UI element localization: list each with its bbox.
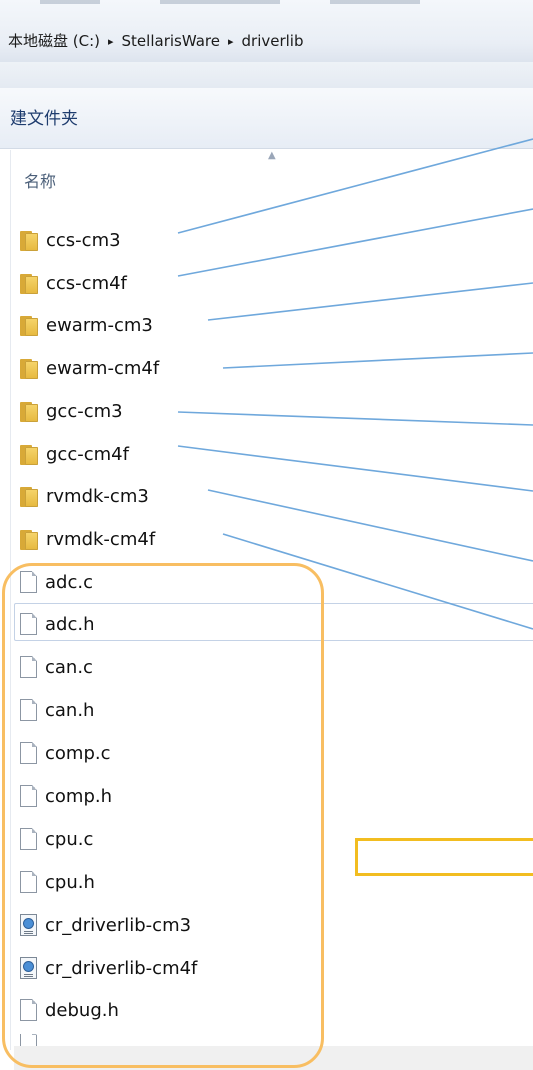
breadcrumb-item-stellarisware[interactable]: StellarisWare — [122, 32, 220, 50]
command-toolbar — [0, 88, 533, 149]
folder-icon — [20, 272, 38, 294]
breadcrumb-separator-icon[interactable]: ▸ — [228, 35, 234, 48]
breadcrumb-item-driverlib[interactable]: driverlib — [242, 32, 304, 50]
list-item-label: gcc-cm3 — [46, 400, 123, 422]
title-bar-decoration — [160, 0, 280, 4]
list-item-folder[interactable]: ewarm-cm4f — [20, 349, 159, 387]
folder-icon — [20, 400, 38, 422]
list-item-folder[interactable]: rvmdk-cm3 — [20, 477, 149, 515]
title-bar-decoration — [40, 0, 100, 4]
toolbar-separator — [0, 62, 533, 88]
breadcrumb: 本地磁盘 (C:) ▸ StellarisWare ▸ driverlib — [8, 30, 304, 51]
list-item-label: ccs-cm4f — [46, 272, 127, 294]
list-item-label: rvmdk-cm3 — [46, 485, 149, 507]
folder-icon — [20, 528, 38, 550]
folder-icon — [20, 314, 38, 336]
annotation-highlight-frame — [2, 563, 324, 1068]
list-item-folder[interactable]: ccs-cm4f — [20, 264, 127, 302]
list-item-label: gcc-cm4f — [46, 443, 129, 465]
list-item-folder[interactable]: gcc-cm4f — [20, 435, 129, 473]
sort-ascending-icon: ▲ — [268, 150, 276, 161]
folder-icon — [20, 357, 38, 379]
breadcrumb-item-drive[interactable]: 本地磁盘 (C:) — [8, 32, 100, 50]
list-item-label: ccs-cm3 — [46, 229, 121, 251]
name-column-header[interactable]: 名称 — [24, 168, 56, 192]
list-item-folder[interactable]: ccs-cm3 — [20, 221, 121, 259]
folder-icon — [20, 443, 38, 465]
annotation-callout-box — [355, 838, 533, 876]
new-folder-button[interactable]: 建文件夹 — [10, 104, 78, 129]
list-item-folder[interactable]: gcc-cm3 — [20, 392, 123, 430]
folder-icon — [20, 229, 38, 251]
list-item-folder[interactable]: ewarm-cm3 — [20, 306, 153, 344]
title-bar-decoration — [330, 0, 420, 4]
list-item-label: rvmdk-cm4f — [46, 528, 156, 550]
list-item-label: ewarm-cm4f — [46, 357, 160, 379]
list-item-folder[interactable]: rvmdk-cm4f — [20, 520, 155, 558]
list-item-label: ewarm-cm3 — [46, 314, 153, 336]
folder-icon — [20, 485, 38, 507]
breadcrumb-separator-icon[interactable]: ▸ — [108, 35, 114, 48]
